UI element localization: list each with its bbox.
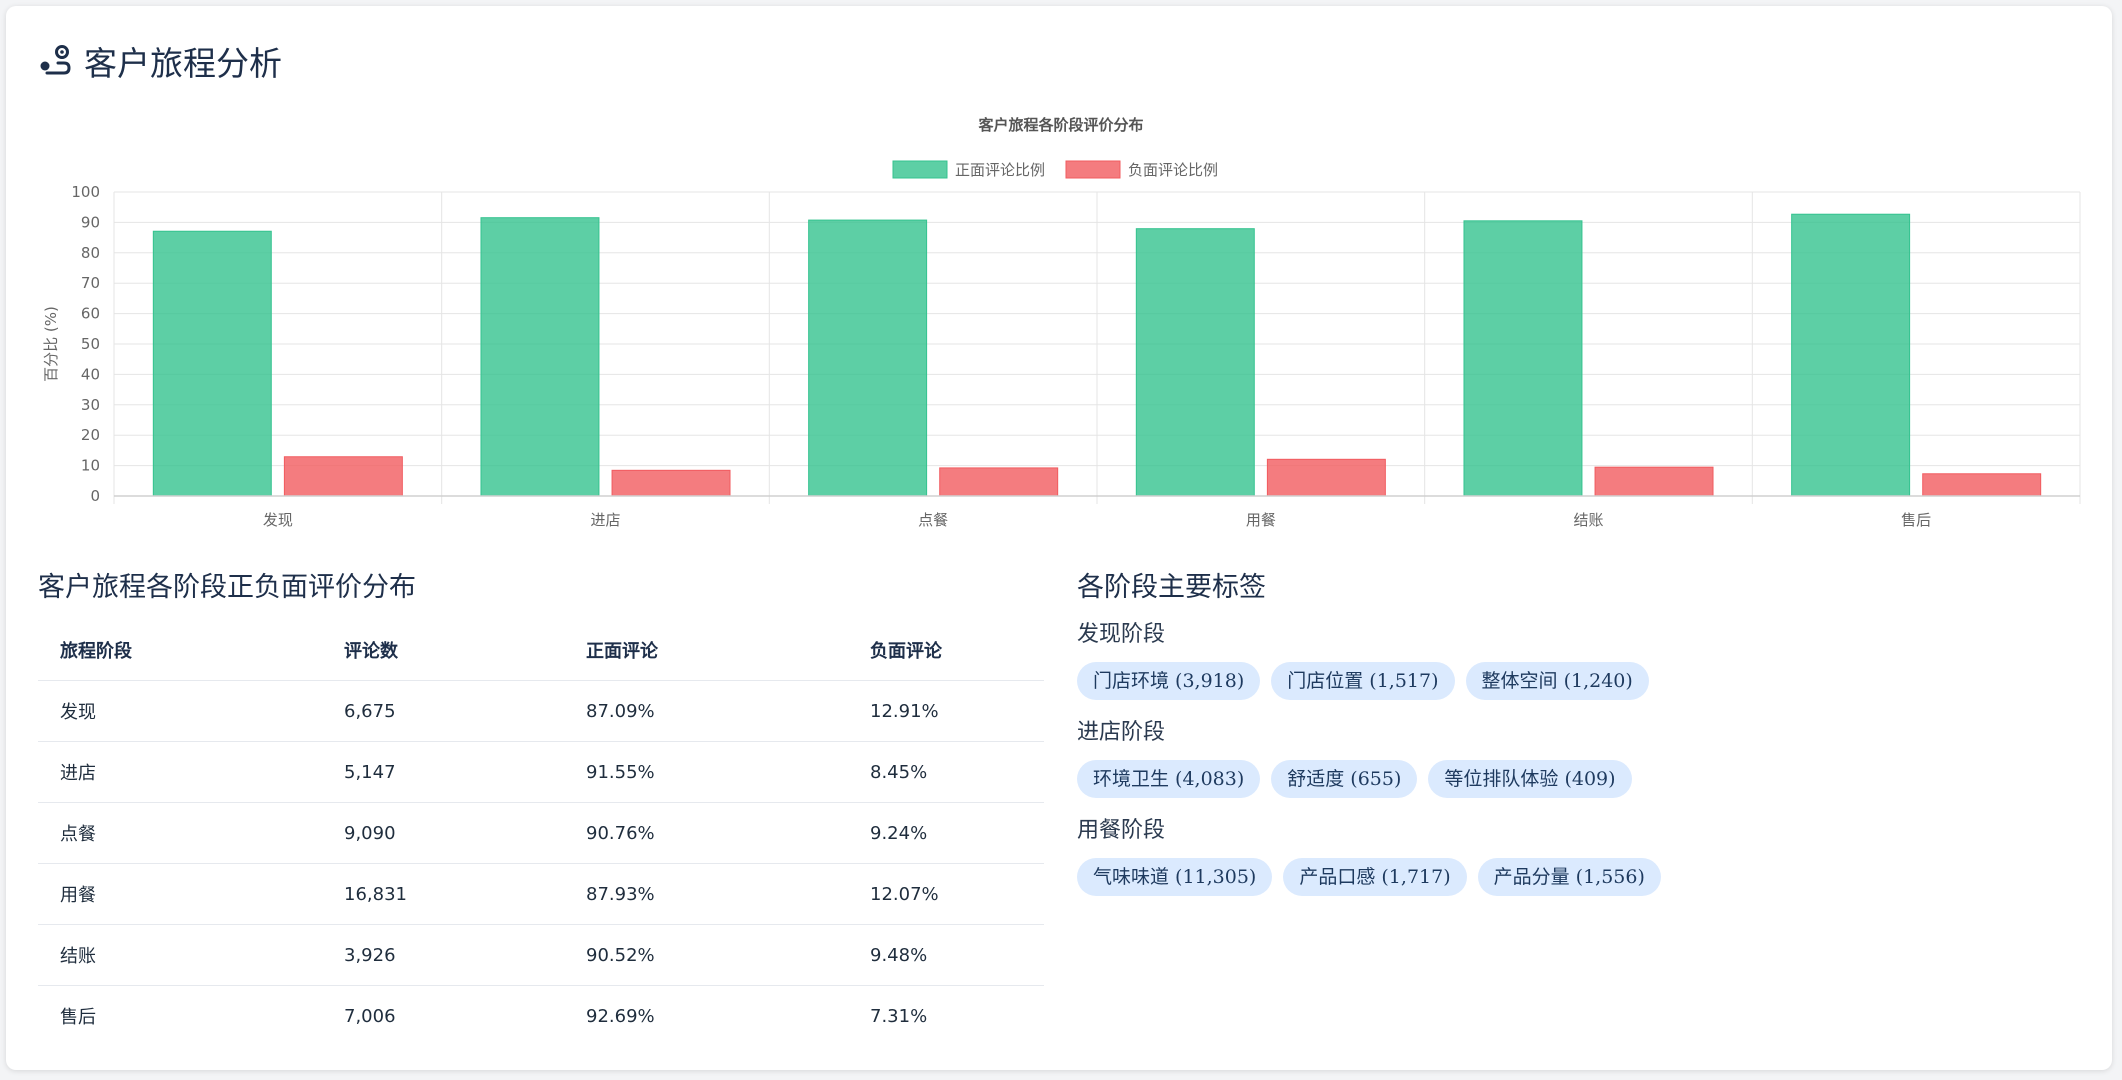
positive-bar: [808, 219, 928, 497]
y-tick-label: 10: [81, 457, 100, 475]
positive-bar: [1135, 228, 1255, 497]
y-tick-label: 90: [81, 213, 100, 231]
table-row: 点餐 9,090 90.76% 9.24%: [38, 802, 1044, 864]
x-tick-label: 进店: [590, 511, 620, 529]
negative-bar: [939, 467, 1059, 497]
y-tick-label: 20: [81, 426, 100, 444]
tag-chip[interactable]: 等位排队体验 (409): [1428, 760, 1632, 798]
x-tick-label: 点餐: [918, 511, 948, 529]
cell-positive: 87.93%: [564, 863, 848, 925]
cell-positive: 92.69%: [586, 1005, 655, 1027]
cell-count: 9,090: [322, 802, 564, 864]
table-header-row: 旅程阶段 评论数 正面评论 负面评论: [38, 620, 1044, 681]
tag-chip[interactable]: 门店位置 (1,517): [1271, 662, 1455, 700]
tag-chip[interactable]: 整体空间 (1,240): [1465, 662, 1649, 700]
y-tick-label: 100: [71, 183, 100, 201]
y-tick-label: 50: [81, 335, 100, 353]
tag-group-title: 进店阶段: [1077, 720, 1166, 745]
cell-stage: 进店: [38, 741, 322, 803]
cell-stage: 发现: [38, 680, 322, 742]
cell-count: 5,147: [322, 741, 564, 803]
tag-chip[interactable]: 环境卫生 (4,083): [1077, 760, 1261, 798]
legend-label: 正面评论比例: [955, 161, 1045, 179]
tag-chip[interactable]: 产品口感 (1,717): [1283, 858, 1467, 896]
legend-label: 负面评论比例: [1128, 161, 1218, 179]
tag-group-title: 用餐阶段: [1077, 818, 1166, 843]
col-header-negative: 负面评论: [848, 620, 1044, 681]
negative-bar: [283, 456, 403, 497]
chart-title: 客户旅程各阶段评价分布: [977, 116, 1143, 134]
table-row: 用餐 16,831 87.93% 12.07%: [38, 863, 1044, 925]
y-tick-label: 80: [81, 244, 100, 262]
cell-stage: 用餐: [38, 863, 322, 925]
stage-table: 旅程阶段 评论数 正面评论 负面评论 发现 6,675 87.09% 12.91…: [38, 620, 1044, 1046]
cell-positive: 90.76%: [564, 802, 848, 864]
table-row: 发现 6,675 87.09% 12.91%: [38, 680, 1044, 742]
legend-swatch: [892, 160, 948, 179]
cell-stage: 售后: [60, 1007, 96, 1028]
negative-bar: [1922, 473, 2042, 497]
cell-stage: 结账: [38, 924, 322, 986]
table-row: 售后 7,006 92.69% 7.31%: [38, 986, 1044, 1047]
y-tick-label: 0: [90, 487, 100, 505]
legend-swatch: [1065, 160, 1121, 179]
cell-negative: 12.91%: [848, 680, 1044, 742]
positive-bar: [1463, 220, 1583, 497]
negative-bar: [1594, 466, 1714, 497]
cell-count: 7,006: [344, 1005, 396, 1027]
tag-chip[interactable]: 舒适度 (655): [1271, 760, 1418, 798]
positive-bar: [1791, 213, 1911, 497]
y-tick-label: 70: [81, 274, 100, 292]
cell-negative: 9.24%: [848, 802, 1044, 864]
negative-bar: [1266, 458, 1386, 497]
cell-negative: 12.07%: [848, 863, 1044, 925]
cell-positive: 91.55%: [564, 741, 848, 803]
x-tick-label: 结账: [1573, 511, 1603, 529]
x-tick-label: 用餐: [1246, 511, 1276, 529]
negative-bar: [611, 469, 731, 497]
cell-positive: 90.52%: [564, 924, 848, 986]
y-axis-label: 百分比 (%): [42, 306, 60, 382]
cell-count: 16,831: [322, 863, 564, 925]
table-row: 结账 3,926 90.52% 9.48%: [38, 924, 1044, 986]
positive-bar: [152, 230, 272, 497]
col-header-stage: 旅程阶段: [38, 620, 322, 681]
table-title: 客户旅程各阶段正负面评价分布: [38, 572, 416, 603]
cell-negative: 9.48%: [848, 924, 1044, 986]
y-tick-label: 40: [81, 365, 100, 383]
positive-bar: [480, 217, 600, 497]
tag-group-title: 发现阶段: [1077, 622, 1166, 647]
cell-count: 6,675: [322, 680, 564, 742]
cell-negative: 7.31%: [870, 1005, 928, 1027]
y-tick-label: 30: [81, 396, 100, 414]
cell-positive: 87.09%: [564, 680, 848, 742]
tag-group-discover: 发现阶段 门店环境 (3,918) 门店位置 (1,517) 整体空间 (1,2…: [1077, 620, 2077, 700]
cell-stage: 点餐: [38, 802, 322, 864]
tag-group-dine: 用餐阶段 气味味道 (11,305) 产品口感 (1,717) 产品分量 (1,…: [1077, 816, 2077, 896]
col-header-positive: 正面评论: [564, 620, 848, 681]
tag-chip[interactable]: 门店环境 (3,918): [1077, 662, 1261, 700]
x-tick-label: 发现: [263, 511, 293, 529]
table-row: 进店 5,147 91.55% 8.45%: [38, 741, 1044, 803]
tag-group-enter: 进店阶段 环境卫生 (4,083) 舒适度 (655) 等位排队体验 (409): [1077, 718, 2077, 798]
col-header-count: 评论数: [322, 620, 564, 681]
tags-title: 各阶段主要标签: [1077, 572, 1266, 603]
cell-negative: 8.45%: [848, 741, 1044, 803]
stage-tags-panel: 发现阶段 门店环境 (3,918) 门店位置 (1,517) 整体空间 (1,2…: [1077, 620, 2077, 914]
tag-chip[interactable]: 气味味道 (11,305): [1077, 858, 1273, 896]
cell-count: 3,926: [322, 924, 564, 986]
y-tick-label: 60: [81, 305, 100, 323]
stage-rating-bar-chart: 客户旅程各阶段评价分布正面评论比例 负面评论比例 0 10 20 30 40 50 60 70 80…: [42, 116, 2081, 529]
x-tick-label: 售后: [1901, 511, 1931, 529]
tag-chip[interactable]: 产品分量 (1,556): [1477, 858, 1661, 896]
